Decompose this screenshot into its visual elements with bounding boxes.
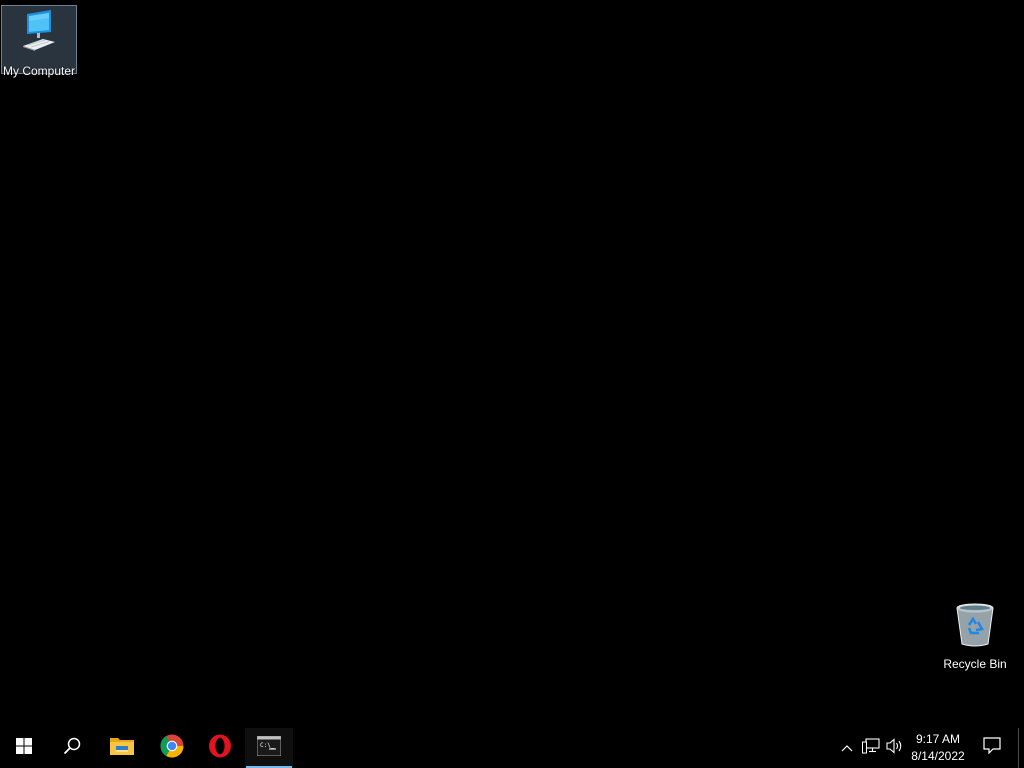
svg-text:C:\_: C:\_ [260, 742, 275, 749]
network-button[interactable] [860, 728, 882, 768]
notification-icon [983, 737, 1001, 759]
clock-time: 9:17 AM [915, 732, 961, 746]
desktop: My Computer Recycle Bin [0, 0, 1024, 728]
computer-icon [19, 10, 59, 57]
desktop-icon-my-computer[interactable]: My Computer [1, 5, 77, 78]
cmd-icon: C:\_ [256, 735, 282, 761]
windows-logo-icon [16, 737, 32, 759]
recycle-bin-icon [954, 602, 996, 653]
desktop-icon-label: My Computer [2, 64, 76, 78]
network-icon [862, 737, 880, 759]
volume-button[interactable] [884, 728, 906, 768]
taskbar-cmd-button[interactable]: C:\_ [245, 728, 293, 768]
taskbar-file-explorer-button[interactable] [98, 728, 146, 768]
clock[interactable]: 9:17 AM 8/14/2022 [906, 728, 970, 768]
search-icon [63, 737, 81, 760]
taskbar-opera-button[interactable] [196, 728, 244, 768]
taskbar: C:\_ 9:17 AM 8/14/2022 [0, 728, 1024, 768]
volume-icon [886, 737, 904, 759]
show-hidden-icons-button[interactable] [838, 728, 856, 768]
chrome-icon [160, 734, 184, 763]
clock-date: 8/14/2022 [911, 749, 965, 763]
start-button[interactable] [0, 728, 48, 768]
desktop-icon-recycle-bin[interactable]: Recycle Bin [937, 600, 1013, 671]
show-desktop-button[interactable] [1018, 728, 1024, 768]
opera-icon [208, 734, 232, 763]
taskbar-chrome-button[interactable] [148, 728, 196, 768]
desktop-icon-label: Recycle Bin [943, 657, 1007, 671]
search-button[interactable] [48, 728, 96, 768]
folder-icon [110, 736, 134, 761]
chevron-up-icon [841, 739, 853, 757]
action-center-button[interactable] [978, 728, 1006, 768]
